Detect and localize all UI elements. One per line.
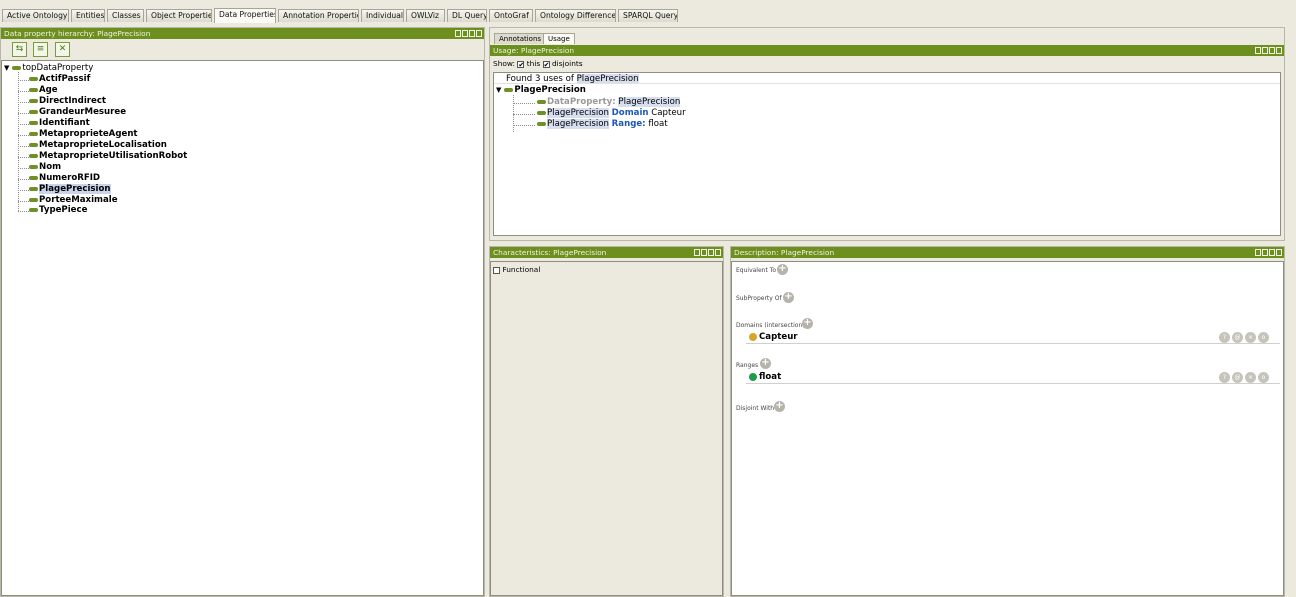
- usage-item[interactable]: PlagePrecision Domain Capteur: [537, 108, 686, 119]
- usage-item[interactable]: DataProperty: PlagePrecision: [537, 97, 681, 108]
- tab-ontology-differences[interactable]: Ontology Differences: [535, 9, 616, 22]
- disjoints-label: disjoints: [551, 59, 583, 68]
- tab-ontograf[interactable]: OntoGraf: [489, 9, 533, 22]
- main-tab-bar: Active Ontology Entities Classes Object …: [0, 0, 1296, 26]
- description-body: Equivalent To + SubProperty Of + Domains…: [731, 261, 1284, 596]
- panel-controls[interactable]: [694, 249, 721, 256]
- tree-root-label: topDataProperty: [22, 63, 94, 73]
- ranges-label: Ranges: [736, 362, 759, 369]
- tree-item[interactable]: MetaproprieteUtilisationRobot: [29, 151, 187, 162]
- subproperty-of-label: SubProperty Of: [736, 295, 782, 302]
- add-domain-icon[interactable]: +: [802, 318, 813, 329]
- tab-sparql-query[interactable]: SPARQL Query: [618, 9, 678, 22]
- hierarchy-tree: ▼ topDataProperty ActifPassif Age DirectI…: [1, 60, 484, 596]
- usage-results: Found 3 uses of PlagePrecision ▼ PlagePre…: [493, 72, 1281, 236]
- panel-controls[interactable]: [1255, 249, 1282, 256]
- explain-icon[interactable]: ?: [1219, 332, 1230, 343]
- tab-data-properties[interactable]: Data Properties: [214, 8, 276, 23]
- add-subproperty-icon[interactable]: +: [783, 292, 794, 303]
- delete-icon[interactable]: ×: [1245, 372, 1256, 383]
- this-label: this: [526, 59, 541, 68]
- functional-row: Functional: [493, 265, 540, 274]
- add-sub-property-icon[interactable]: ⇆: [12, 42, 27, 57]
- hierarchy-titlebar: Data property hierarchy: PlagePrecision: [1, 28, 484, 39]
- description-titlebar: Description: PlagePrecision: [731, 247, 1284, 258]
- delete-icon[interactable]: ×: [1245, 332, 1256, 343]
- tab-owlviz[interactable]: OWLViz: [406, 9, 445, 22]
- characteristics-panel: Characteristics: PlagePrecision Function…: [489, 246, 724, 597]
- tree-item[interactable]: GrandeurMesuree: [29, 107, 126, 118]
- characteristics-title: Characteristics: PlagePrecision: [493, 248, 607, 257]
- characteristics-body: Functional: [490, 261, 723, 596]
- delete-property-icon[interactable]: ✕: [55, 42, 70, 57]
- tab-entities[interactable]: Entities: [71, 9, 105, 22]
- tab-annotation-properties[interactable]: Annotation Properties: [278, 9, 359, 22]
- tree-item[interactable]: ActifPassif: [29, 74, 90, 85]
- edit-icon[interactable]: o: [1258, 332, 1269, 343]
- annotate-icon[interactable]: @: [1232, 332, 1243, 343]
- explain-icon[interactable]: ?: [1219, 372, 1230, 383]
- tree-item[interactable]: MetaproprieteLocalisation: [29, 140, 167, 151]
- add-disjoint-icon[interactable]: +: [774, 401, 785, 412]
- functional-label: Functional: [502, 265, 541, 274]
- disjoints-checkbox[interactable]: ✔: [542, 60, 550, 68]
- range-entry[interactable]: float: [749, 372, 781, 382]
- tree-item[interactable]: Identifiant: [29, 118, 90, 129]
- tab-object-properties[interactable]: Object Properties: [146, 9, 212, 22]
- annotate-icon[interactable]: @: [1232, 372, 1243, 383]
- show-label: Show:: [493, 59, 516, 68]
- edit-icon[interactable]: o: [1258, 372, 1269, 383]
- tab-individuals[interactable]: Individuals: [361, 9, 404, 22]
- characteristics-titlebar: Characteristics: PlagePrecision: [490, 247, 723, 258]
- usage-panel: Annotations Usage Usage: PlagePrecision …: [489, 27, 1285, 241]
- panel-controls[interactable]: [455, 30, 482, 37]
- hierarchy-panel: Data property hierarchy: PlagePrecision …: [0, 27, 485, 597]
- hierarchy-title: Data property hierarchy: PlagePrecision: [4, 29, 151, 38]
- domain-entry[interactable]: Capteur: [749, 332, 798, 342]
- class-icon: [749, 332, 757, 341]
- tree-item[interactable]: DirectIndirect: [29, 96, 106, 107]
- tab-classes[interactable]: Classes: [107, 9, 144, 22]
- this-checkbox[interactable]: ✔: [517, 60, 525, 68]
- datatype-icon: [749, 372, 757, 381]
- domain-row-buttons: ? @ × o: [1219, 332, 1269, 343]
- usage-title: Usage: PlagePrecision: [493, 46, 575, 55]
- equivalent-to-label: Equivalent To: [736, 267, 777, 274]
- usage-titlebar: Usage: PlagePrecision: [490, 45, 1284, 56]
- show-options: Show: ✔ this ✔ disjoints: [493, 59, 583, 68]
- tree-item[interactable]: Age: [29, 85, 58, 96]
- tree-root[interactable]: ▼ topDataProperty: [4, 63, 93, 74]
- usage-item[interactable]: PlagePrecision Range: float: [537, 119, 668, 130]
- subtab-usage[interactable]: Usage: [543, 33, 575, 44]
- tab-active-ontology[interactable]: Active Ontology: [2, 9, 69, 22]
- panel-controls[interactable]: [1255, 47, 1282, 54]
- subtab-annotations[interactable]: Annotations: [494, 33, 547, 44]
- add-equivalent-icon[interactable]: +: [777, 264, 788, 275]
- add-sibling-property-icon[interactable]: ≡: [33, 42, 48, 57]
- tab-dl-query[interactable]: DL Query: [447, 9, 487, 22]
- tree-item[interactable]: MetaproprieteAgent: [29, 129, 138, 140]
- add-range-icon[interactable]: +: [760, 358, 771, 369]
- description-panel: Description: PlagePrecision Equivalent T…: [730, 246, 1285, 597]
- tree-item[interactable]: Nom: [29, 162, 61, 173]
- domains-label: Domains (intersection): [736, 322, 805, 329]
- disjoint-with-label: Disjoint With: [736, 405, 775, 412]
- usage-entity-node[interactable]: ▼ PlagePrecision: [496, 85, 586, 96]
- tree-item-selected[interactable]: PlagePrecision: [29, 184, 111, 195]
- range-row-buttons: ? @ × o: [1219, 372, 1269, 383]
- functional-checkbox[interactable]: [493, 266, 500, 274]
- tree-item[interactable]: TypePiece: [29, 205, 87, 216]
- description-title: Description: PlagePrecision: [734, 248, 835, 257]
- tree-item[interactable]: NumeroRFID: [29, 173, 100, 184]
